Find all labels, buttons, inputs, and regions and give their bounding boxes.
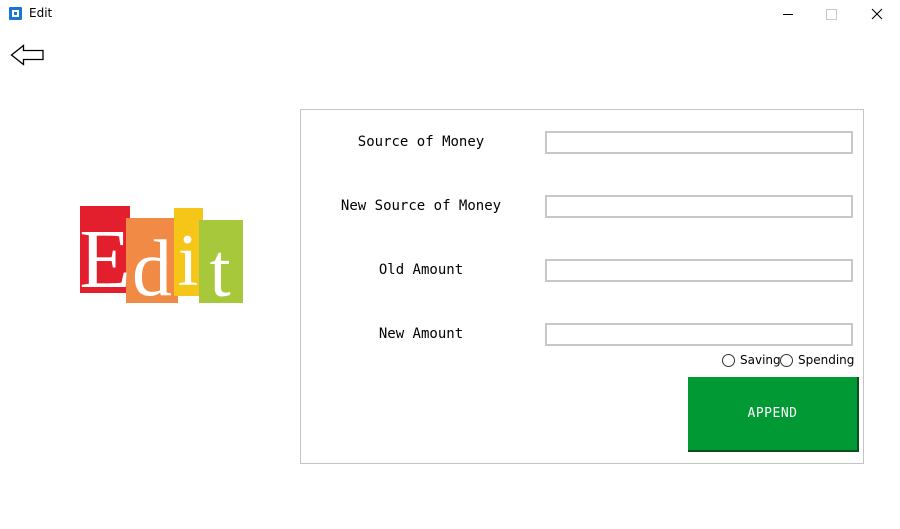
new-source-of-money-label: New Source of Money — [340, 198, 502, 214]
saving-radio-label: Saving — [740, 353, 781, 367]
source-of-money-label: Source of Money — [357, 134, 485, 150]
minimize-button[interactable] — [765, 0, 811, 29]
title-bar: Edit — [0, 0, 900, 30]
new-amount-input[interactable] — [545, 323, 853, 346]
logo-letter-d: d — [132, 225, 172, 305]
saving-radio-circle[interactable] — [722, 354, 735, 367]
old-amount-input[interactable] — [545, 259, 853, 282]
spending-radio-label: Spending — [798, 353, 855, 367]
spending-radio-circle[interactable] — [780, 354, 793, 367]
close-icon — [871, 8, 883, 20]
old-amount-label: Old Amount — [378, 262, 464, 278]
maximize-button[interactable] — [808, 0, 854, 29]
edit-logo: E d i t — [79, 206, 243, 305]
back-button[interactable] — [10, 43, 46, 67]
window-title: Edit — [29, 6, 53, 20]
new-source-of-money-input[interactable] — [545, 195, 853, 218]
logo-letter-t: t — [209, 229, 230, 305]
append-button[interactable]: APPEND — [688, 377, 859, 452]
edit-form-panel: Source of Money New Source of Money Old … — [300, 109, 864, 464]
logo-letter-i: i — [178, 220, 199, 302]
logo-letter-e: E — [79, 213, 130, 305]
new-amount-label: New Amount — [378, 326, 464, 342]
close-button[interactable] — [854, 0, 900, 29]
source-of-money-input[interactable] — [545, 131, 853, 154]
app-icon — [9, 7, 22, 20]
back-arrow-icon — [10, 44, 44, 66]
